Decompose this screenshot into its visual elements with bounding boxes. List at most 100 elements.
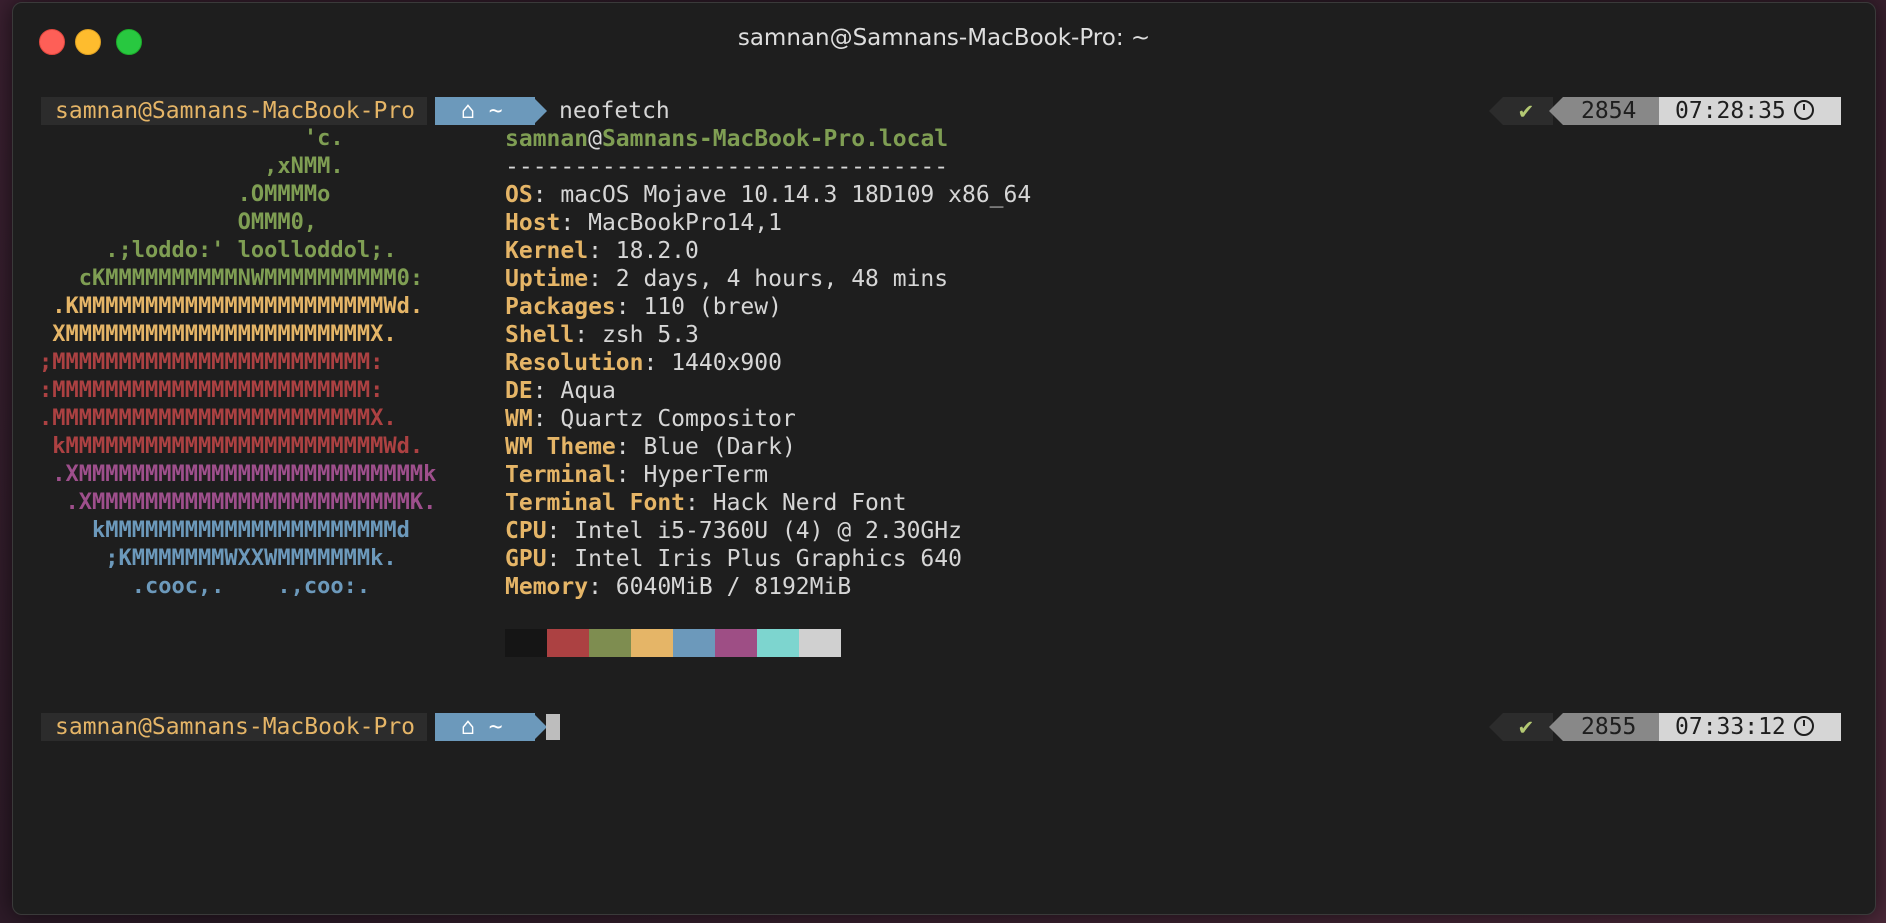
logo-line: .MMMMMMMMMMMMMMMMMMMMMMMMX. — [39, 406, 397, 431]
info-key: CPU — [505, 518, 547, 544]
rprompt-separator — [1489, 97, 1503, 125]
color-swatch — [631, 629, 673, 657]
logo-line: :MMMMMMMMMMMMMMMMMMMMMMMM: — [39, 378, 384, 403]
info-row: Kernel: 18.2.0 — [505, 237, 1031, 265]
info-value: 2 days, 4 hours, 48 mins — [615, 266, 949, 292]
color-swatch — [547, 629, 589, 657]
prompt-time: 07:28:35 — [1675, 98, 1786, 124]
history-count: 2855 — [1563, 713, 1659, 741]
prompt-separator — [533, 97, 547, 125]
prompt-dir: ~ — [488, 98, 503, 124]
info-rows: OS: macOS Mojave 10.14.3 18D109 x86_64 Ho… — [505, 181, 1031, 601]
info-row: WM Theme: Blue (Dark) — [505, 433, 1031, 461]
info-key: Shell — [505, 322, 575, 348]
info-key: Terminal — [505, 462, 616, 488]
info-value: Intel Iris Plus Graphics 640 — [574, 546, 962, 572]
info-row: Host: MacBookPro14,1 — [505, 209, 1031, 237]
info-sep: : — [615, 434, 644, 460]
system-info: samnan@Samnans-MacBook-Pro.local -------… — [505, 125, 1031, 601]
info-row: Terminal Font: Hack Nerd Font — [505, 489, 1031, 517]
color-swatch — [799, 629, 841, 657]
info-row: CPU: Intel i5-7360U (4) @ 2.30GHz — [505, 517, 1031, 545]
rprompt-separator — [1549, 97, 1563, 125]
info-value: Hack Nerd Font — [712, 490, 907, 516]
logo-line: ;MMMMMMMMMMMMMMMMMMMMMMMM: — [39, 350, 384, 375]
info-value: macOS Mojave 10.14.3 18D109 x86_64 — [560, 182, 1032, 208]
logo-line: cKMMMMMMMMMMNWMMMMMMMMMM0: — [39, 266, 424, 291]
info-row: Shell: zsh 5.3 — [505, 321, 1031, 349]
info-key: Kernel — [505, 238, 589, 264]
info-value: MacBookPro14,1 — [588, 210, 782, 236]
info-row: Packages: 110 (brew) — [505, 293, 1031, 321]
terminal-window: samnan@Samnans-MacBook-Pro: ~ samnan@Sam… — [12, 2, 1876, 915]
info-sep: : — [560, 210, 589, 236]
info-sep: : — [588, 266, 616, 292]
info-host: Samnans-MacBook-Pro.local — [601, 126, 949, 152]
info-key: WM — [505, 406, 533, 432]
info-user: samnan — [505, 126, 589, 152]
prompt-time-segment: 07:33:12 — [1659, 713, 1841, 741]
info-sep: : — [588, 574, 616, 600]
info-sep: : — [588, 238, 616, 264]
logo-line: XMMMMMMMMMMMMMMMMMMMMMMMX. — [39, 322, 397, 347]
prompt-user-host: samnan@Samnans-MacBook-Pro — [41, 97, 428, 125]
info-value: Aqua — [560, 378, 616, 404]
info-value: 18.2.0 — [615, 238, 699, 264]
info-key: Memory — [505, 574, 589, 600]
info-sep: : — [643, 350, 672, 376]
prompt-time: 07:33:12 — [1675, 714, 1786, 740]
info-row: Memory: 6040MiB / 8192MiB — [505, 573, 1031, 601]
info-key: Resolution — [505, 350, 644, 376]
logo-line: 'c. — [39, 126, 344, 151]
info-value: HyperTerm — [643, 462, 769, 488]
info-row: Resolution: 1440x900 — [505, 349, 1031, 377]
info-value: 110 (brew) — [643, 294, 782, 320]
info-row: WM: Quartz Compositor — [505, 405, 1031, 433]
info-key: Terminal Font — [505, 490, 686, 516]
status-check-icon: ✔ — [1503, 713, 1553, 741]
logo-line: .cooc,. .,coo:. — [39, 574, 371, 599]
clock-icon — [1793, 99, 1814, 120]
logo-line: OMMM0, — [39, 210, 318, 235]
clock-icon — [1793, 715, 1814, 736]
home-icon: ⌂ — [461, 98, 475, 124]
info-value: 6040MiB / 8192MiB — [615, 574, 852, 600]
info-sep: : — [532, 406, 561, 432]
info-sep: : — [615, 294, 644, 320]
color-swatch — [589, 629, 631, 657]
history-count: 2854 — [1563, 97, 1659, 125]
info-separator: -------------------------------- — [505, 154, 949, 180]
prompt-user-host: samnan@Samnans-MacBook-Pro — [41, 713, 428, 741]
info-value: zsh 5.3 — [601, 322, 699, 348]
info-key: WM Theme — [505, 434, 616, 460]
logo-line: .;loddo:' loolloddol;. — [39, 238, 397, 263]
info-sep: : — [546, 518, 575, 544]
info-title: samnan@Samnans-MacBook-Pro.local — [505, 125, 1031, 153]
info-row: DE: Aqua — [505, 377, 1031, 405]
prompt-separator — [533, 713, 547, 741]
color-palette — [505, 629, 841, 657]
logo-line: .XMMMMMMMMMMMMMMMMMMMMMMMMMMk — [39, 462, 437, 487]
info-sep: : — [546, 546, 575, 572]
logo-line: ,xNMM. — [39, 154, 344, 179]
info-sep: : — [615, 462, 644, 488]
color-swatch — [715, 629, 757, 657]
logo-line: ;KMMMMMMMWXXWMMMMMMMk. — [39, 546, 397, 571]
rprompt-separator — [1489, 713, 1503, 741]
info-sep: : — [532, 378, 561, 404]
logo-line: .XMMMMMMMMMMMMMMMMMMMMMMMMK. — [39, 490, 437, 515]
info-row: OS: macOS Mojave 10.14.3 18D109 x86_64 — [505, 181, 1031, 209]
info-key: OS — [505, 182, 533, 208]
info-at: @ — [588, 126, 602, 152]
text-cursor[interactable] — [546, 714, 560, 740]
status-check-icon: ✔ — [1503, 97, 1553, 125]
info-sep: : — [685, 490, 713, 516]
apple-ascii-logo: 'c. ,xNMM. .OMMMMo OMMM0, .;loddo:' lool… — [39, 125, 436, 601]
info-key: Packages — [505, 294, 616, 320]
logo-line: kMMMMMMMMMMMMMMMMMMMMMMMMWd. — [39, 434, 424, 459]
info-value: 1440x900 — [671, 350, 782, 376]
info-value: Intel i5-7360U (4) @ 2.30GHz — [574, 518, 962, 544]
home-icon: ⌂ — [461, 714, 475, 740]
info-value: Blue (Dark) — [643, 434, 796, 460]
terminal-content[interactable]: samnan@Samnans-MacBook-Pro ⌂ ~ neofetch … — [13, 3, 1875, 914]
